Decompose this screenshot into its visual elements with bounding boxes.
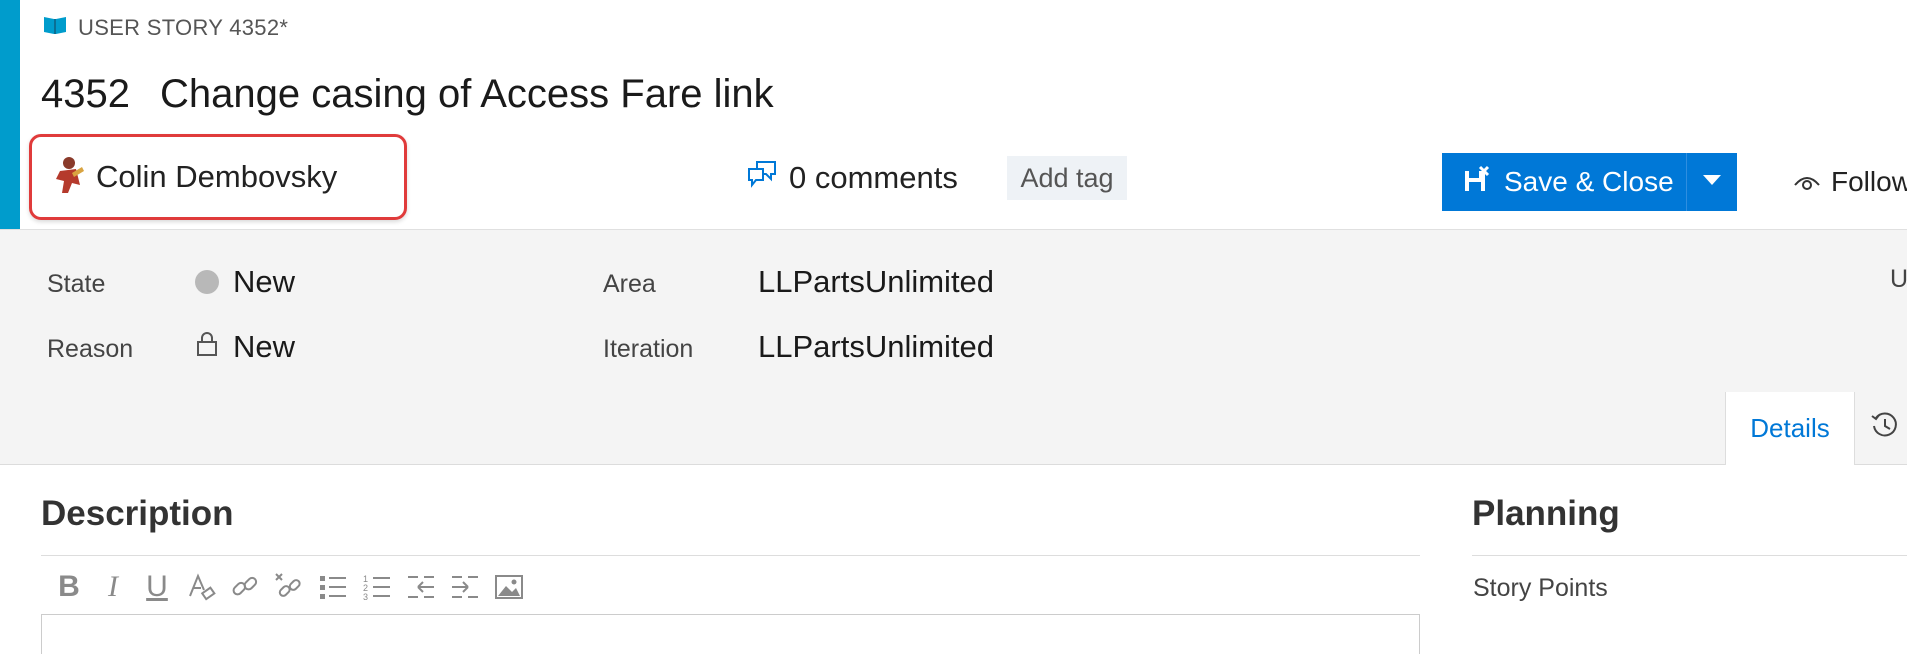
underline-icon[interactable]: U bbox=[140, 569, 174, 605]
tab-details[interactable]: Details bbox=[1725, 392, 1855, 465]
state-label: State bbox=[47, 270, 106, 298]
work-item-type: USER STORY 4352* bbox=[42, 14, 288, 41]
area-label: Area bbox=[603, 270, 656, 298]
save-close-label: Save & Close bbox=[1504, 166, 1674, 197]
planning-title: Planning bbox=[1472, 494, 1620, 533]
reason-value: New bbox=[233, 329, 296, 364]
description-title: Description bbox=[41, 494, 234, 533]
book-icon bbox=[42, 14, 68, 41]
bold-icon[interactable]: B bbox=[52, 569, 86, 605]
outdent-icon[interactable] bbox=[404, 569, 438, 605]
state-value: New bbox=[233, 264, 296, 299]
bullet-list-icon[interactable] bbox=[316, 569, 350, 605]
save-close-button-group: Save & Close bbox=[1442, 153, 1737, 211]
svg-text:3: 3 bbox=[363, 592, 368, 601]
add-tag-button[interactable]: Add tag bbox=[1007, 156, 1127, 200]
work-item-accent-bar bbox=[0, 0, 20, 229]
truncated-field-label: U bbox=[1890, 265, 1907, 293]
work-item-id: 4352 bbox=[41, 72, 130, 116]
work-item-tabs: Details bbox=[1725, 392, 1907, 465]
tab-history[interactable] bbox=[1855, 392, 1907, 465]
assigned-to-field[interactable]: Colin Dembovsky bbox=[29, 134, 407, 220]
eye-icon bbox=[1793, 166, 1821, 198]
area-field[interactable]: LLPartsUnlimited bbox=[758, 264, 994, 300]
save-icon bbox=[1462, 165, 1490, 200]
reason-label: Reason bbox=[47, 335, 134, 363]
comments-icon bbox=[747, 160, 777, 196]
save-options-dropdown[interactable] bbox=[1687, 153, 1737, 211]
chevron-down-icon bbox=[1702, 173, 1722, 191]
history-icon bbox=[1870, 410, 1900, 447]
work-item-fields: State New Reason New Area LLPartsUnlimit… bbox=[0, 230, 1907, 465]
comments-link[interactable]: 0 comments bbox=[747, 160, 958, 196]
clear-format-icon[interactable] bbox=[184, 569, 218, 605]
comments-count: 0 comments bbox=[789, 160, 958, 195]
link-icon[interactable] bbox=[228, 569, 262, 605]
follow-label: Follow bbox=[1831, 166, 1907, 197]
iteration-value: LLPartsUnlimited bbox=[758, 329, 995, 364]
assignee-name: Colin Dembovsky bbox=[96, 159, 338, 194]
image-icon[interactable] bbox=[492, 569, 526, 605]
tab-details-label: Details bbox=[1750, 413, 1830, 443]
description-divider bbox=[41, 555, 1420, 556]
state-field[interactable]: New bbox=[195, 264, 295, 300]
iteration-label: Iteration bbox=[603, 335, 694, 363]
avatar bbox=[50, 155, 86, 200]
lock-icon bbox=[195, 329, 219, 365]
follow-button[interactable]: Follow bbox=[1793, 166, 1907, 198]
rich-text-toolbar: B I U 123 bbox=[52, 569, 526, 605]
work-item-title[interactable]: 4352 Change casing of Access Fare link bbox=[41, 72, 774, 117]
state-indicator-dot bbox=[195, 270, 219, 294]
work-item-title-text[interactable]: Change casing of Access Fare link bbox=[160, 72, 774, 117]
area-value: LLPartsUnlimited bbox=[758, 264, 995, 299]
italic-icon[interactable]: I bbox=[96, 569, 130, 605]
iteration-field[interactable]: LLPartsUnlimited bbox=[758, 329, 994, 365]
description-editor[interactable] bbox=[41, 614, 1420, 654]
save-close-button[interactable]: Save & Close bbox=[1442, 153, 1687, 211]
reason-field: New bbox=[195, 329, 295, 365]
work-item-type-label: USER STORY 4352* bbox=[78, 14, 289, 40]
planning-divider bbox=[1472, 555, 1907, 556]
indent-icon[interactable] bbox=[448, 569, 482, 605]
numbered-list-icon[interactable]: 123 bbox=[360, 569, 394, 605]
story-points-label: Story Points bbox=[1473, 574, 1608, 602]
unlink-icon[interactable] bbox=[272, 569, 306, 605]
